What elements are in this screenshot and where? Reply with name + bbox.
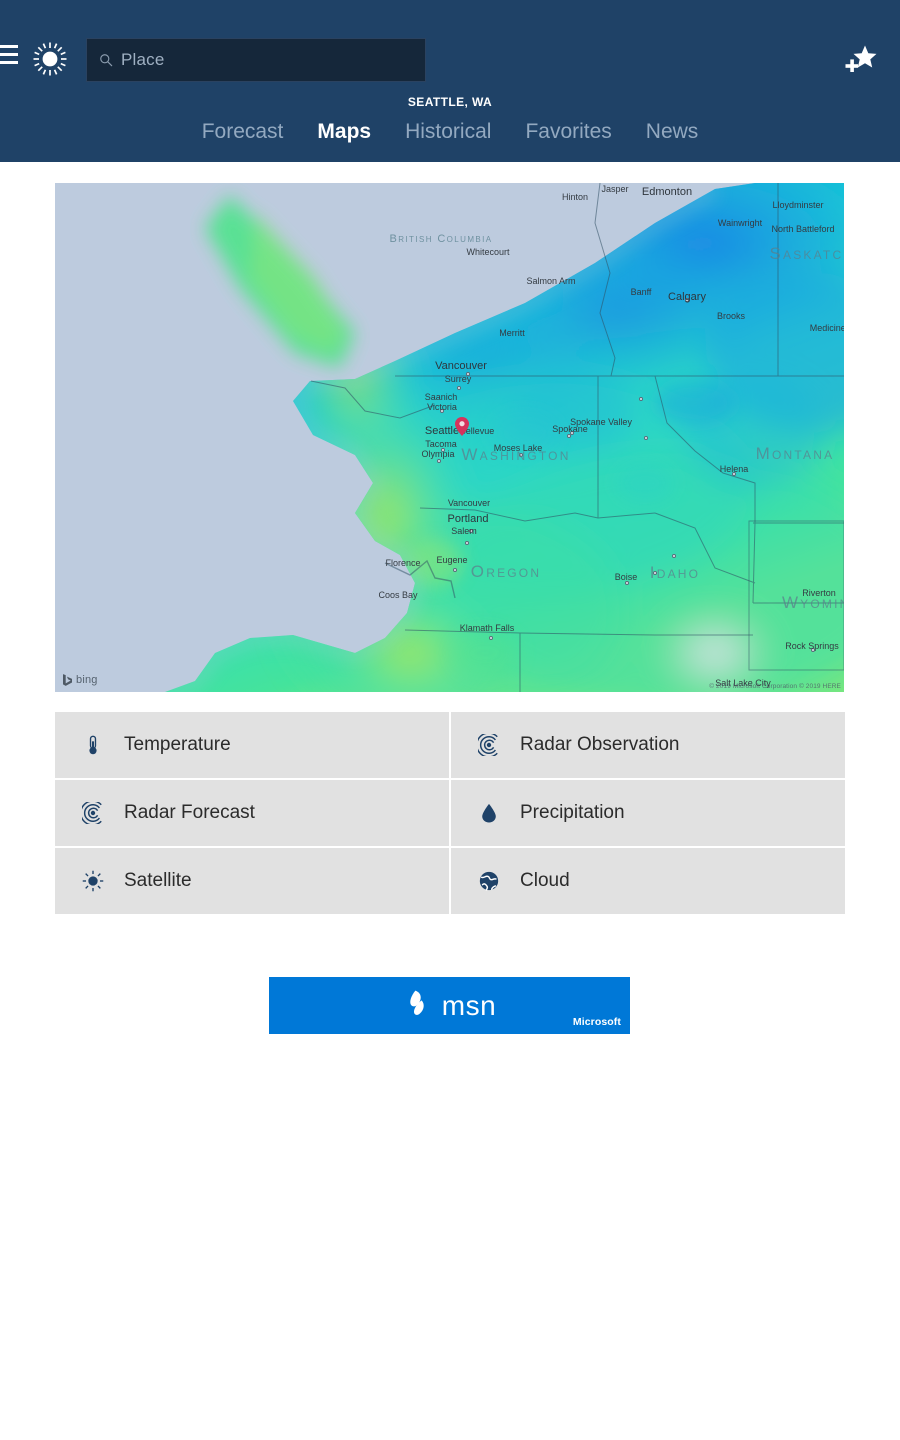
map-attribution: © 2019 Microsoft Corporation © 2019 HERE [709, 683, 841, 690]
layer-label: Radar Observation [520, 734, 680, 755]
search-input[interactable]: Place [86, 38, 426, 82]
sunburst-icon [81, 869, 105, 893]
main-nav-tabs: Forecast Maps Historical Favorites News [0, 118, 900, 146]
search-icon [99, 53, 113, 67]
city-dot [441, 448, 445, 452]
tab-news[interactable]: News [629, 118, 716, 146]
msn-wordmark: msn [441, 989, 497, 1021]
globe-icon [477, 869, 501, 893]
tab-forecast[interactable]: Forecast [185, 118, 301, 146]
layer-label: Temperature [124, 734, 231, 755]
city-dot [453, 568, 457, 572]
city-dot [489, 636, 493, 640]
bing-logo[interactable]: bing [63, 674, 98, 686]
city-dot [639, 397, 643, 401]
city-dot [732, 472, 736, 476]
msn-ad-banner[interactable]: msn Microsoft [269, 977, 630, 1034]
map-temperature-overlay [55, 183, 844, 692]
city-dot [653, 571, 657, 575]
weather-map[interactable]: Edmonton Hinton Jasper Lloydminster Wainwrig… [55, 183, 844, 692]
city-dot [457, 386, 461, 390]
radar-icon [477, 733, 501, 757]
bing-mark-icon [63, 674, 72, 686]
app-header: Place SEATTLE, WA Forecast Maps Historic… [0, 0, 900, 162]
radar-icon [81, 801, 105, 825]
hamburger-menu-icon[interactable] [0, 45, 18, 64]
search-placeholder: Place [121, 50, 165, 69]
city-dot [465, 541, 469, 545]
water-drop-icon [477, 801, 501, 825]
current-location-label: SEATTLE, WA [407, 95, 493, 109]
layer-label: Precipitation [520, 802, 625, 823]
layer-button-cloud[interactable]: Cloud [451, 848, 845, 914]
thermometer-icon [81, 733, 105, 757]
layer-button-temperature[interactable]: Temperature [55, 712, 449, 778]
city-dot [440, 409, 444, 413]
tab-favorites[interactable]: Favorites [508, 118, 628, 146]
location-pin-icon[interactable] [455, 417, 469, 436]
layer-label: Satellite [124, 870, 192, 891]
city-dot [469, 529, 473, 533]
city-dot [685, 298, 689, 302]
layer-button-satellite[interactable]: Satellite [55, 848, 449, 914]
city-dot [644, 436, 648, 440]
bing-label: bing [76, 674, 98, 686]
sun-logo-icon [32, 41, 68, 77]
city-dot [519, 453, 523, 457]
map-layer-buttons: Temperature Radar Observation Radar Fore… [55, 712, 845, 914]
msn-butterfly-icon [403, 988, 433, 1023]
layer-button-precipitation[interactable]: Precipitation [451, 780, 845, 846]
layer-button-radar-forecast[interactable]: Radar Forecast [55, 780, 449, 846]
city-dot [466, 372, 470, 376]
layer-button-radar-observation[interactable]: Radar Observation [451, 712, 845, 778]
city-dot [567, 434, 571, 438]
tab-maps[interactable]: Maps [300, 118, 388, 146]
header-top-row: Place [0, 0, 900, 96]
city-dot [437, 459, 441, 463]
tab-historical[interactable]: Historical [388, 118, 508, 146]
star-plus-icon[interactable] [844, 42, 878, 76]
microsoft-label: Microsoft [572, 1016, 621, 1028]
city-dot [672, 554, 676, 558]
city-dot [811, 648, 815, 652]
layer-label: Radar Forecast [124, 802, 255, 823]
layer-label: Cloud [520, 870, 570, 891]
city-dot [625, 581, 629, 585]
